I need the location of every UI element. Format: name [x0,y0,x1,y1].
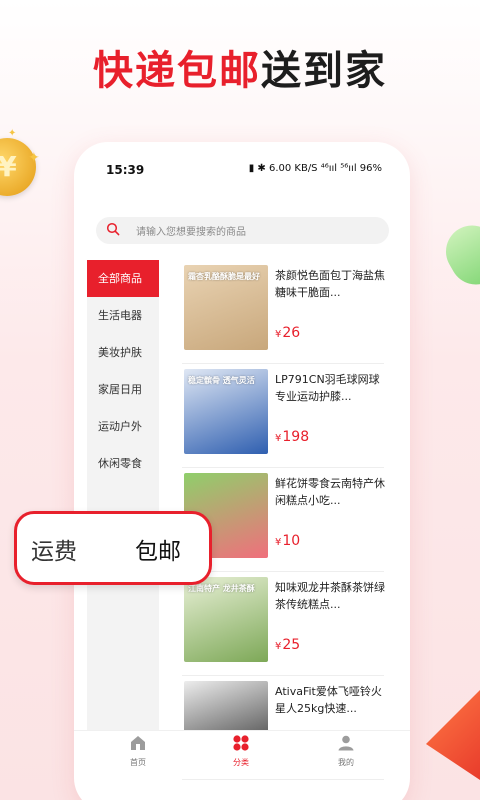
category-item[interactable]: 休闲零食 [87,445,159,482]
thumbnail-caption: 稳定髌骨 透气灵活 [188,376,255,385]
profile-icon [338,735,354,751]
search-icon [106,222,120,236]
status-indicators: ▮ ✱ 6.00 KB/S ⁴⁶ııl ⁵⁶ııl 96% [248,163,382,174]
currency-symbol: ¥ [275,329,282,340]
category-sidebar: 全部商品 生活电器 美妆护肤 家居日用 运动户外 休闲零食 [87,260,159,735]
tab-home[interactable]: 首页 [108,735,168,768]
price-value: 25 [282,637,301,653]
green-decoration [436,216,480,294]
product-thumbnail: 霜杏乳酪酥脆是最好 [184,265,268,350]
status-time: 15:39 [106,163,145,177]
price-value: 198 [282,429,310,445]
home-icon [131,736,145,750]
category-item[interactable]: 运动户外 [87,408,159,445]
category-item[interactable]: 全部商品 [87,260,159,297]
tab-category[interactable]: 分类 [211,735,271,768]
product-thumbnail: 江南特产 龙井茶酥 [184,577,268,662]
bottom-tab-bar: 首页 分类 我的 [74,730,410,774]
sparkle-icon: ✦ [8,128,17,139]
tab-profile-label: 我的 [338,758,354,767]
product-price: ¥26 [275,325,300,341]
thumbnail-caption: 霜杏乳酪酥脆是最好 [188,272,260,281]
coin-decoration-icon: ¥ [0,138,36,196]
product-list: 霜杏乳酪酥脆是最好 茶颜悦色面包丁海盐焦糖味干脆面... ¥26 稳定髌骨 透气灵活 L… [182,260,385,780]
product-row[interactable]: 鲜花饼零食云南特产休闲糕点小吃... ¥10 [182,468,385,572]
currency-symbol: ¥ [275,433,282,444]
category-item[interactable]: 美妆护肤 [87,334,159,371]
headline-dark-text: 送到家 [261,48,387,94]
promo-headline: 快递包邮送到家 [0,38,480,96]
headline-red-text: 快递包邮 [93,48,261,94]
shipping-value: 包邮 [135,539,181,565]
currency-symbol: ¥ [275,641,282,652]
product-name: AtivaFit爱体飞哑铃火星人25kg快速... [275,685,382,715]
product-name: 茶颜悦色面包丁海盐焦糖味干脆面... [275,269,385,299]
product-name: LP791CN羽毛球网球专业运动护膝... [275,373,380,403]
megaphone-decoration-icon [426,690,480,780]
product-row[interactable]: 江南特产 龙井茶酥 知味观龙井茶酥茶饼绿茶传统糕点... ¥25 [182,572,385,676]
search-bar[interactable]: 请输入您想要搜索的商品 [96,217,389,244]
shipping-bubble: 运费 包邮 [14,511,212,585]
category-item[interactable]: 生活电器 [87,297,159,334]
currency-symbol: ¥ [275,537,282,548]
shipping-label: 运费 [31,539,77,565]
tab-home-label: 首页 [130,758,146,767]
price-value: 26 [282,325,301,341]
product-thumbnail: 稳定髌骨 透气灵活 [184,369,268,454]
product-name: 知味观龙井茶酥茶饼绿茶传统糕点... [275,581,385,611]
product-price: ¥25 [275,637,300,653]
phone-screen: 15:39 ▮ ✱ 6.00 KB/S ⁴⁶ııl ⁵⁶ııl 96% 请输入您… [74,142,410,800]
network-indicators: 6.00 KB/S ⁴⁶ııl ⁵⁶ııl 96% [268,163,382,174]
product-price: ¥198 [275,429,309,445]
tab-category-label: 分类 [233,758,249,767]
product-row[interactable]: 霜杏乳酪酥脆是最好 茶颜悦色面包丁海盐焦糖味干脆面... ¥26 [182,260,385,364]
search-placeholder: 请输入您想要搜索的商品 [136,227,246,238]
product-price: ¥10 [275,533,300,549]
thumbnail-caption: 江南特产 龙井茶酥 [188,584,255,593]
status-bar: 15:39 ▮ ✱ 6.00 KB/S ⁴⁶ııl ⁵⁶ııl 96% [74,142,410,198]
product-row[interactable]: 稳定髌骨 透气灵活 LP791CN羽毛球网球专业运动护膝... ¥198 [182,364,384,468]
category-item[interactable]: 家居日用 [87,371,159,408]
sparkle-icon: ✦ [28,150,40,166]
price-value: 10 [282,533,301,549]
category-icon [233,735,249,751]
product-name: 鲜花饼零食云南特产休闲糕点小吃... [275,477,385,507]
tab-profile[interactable]: 我的 [316,735,376,768]
